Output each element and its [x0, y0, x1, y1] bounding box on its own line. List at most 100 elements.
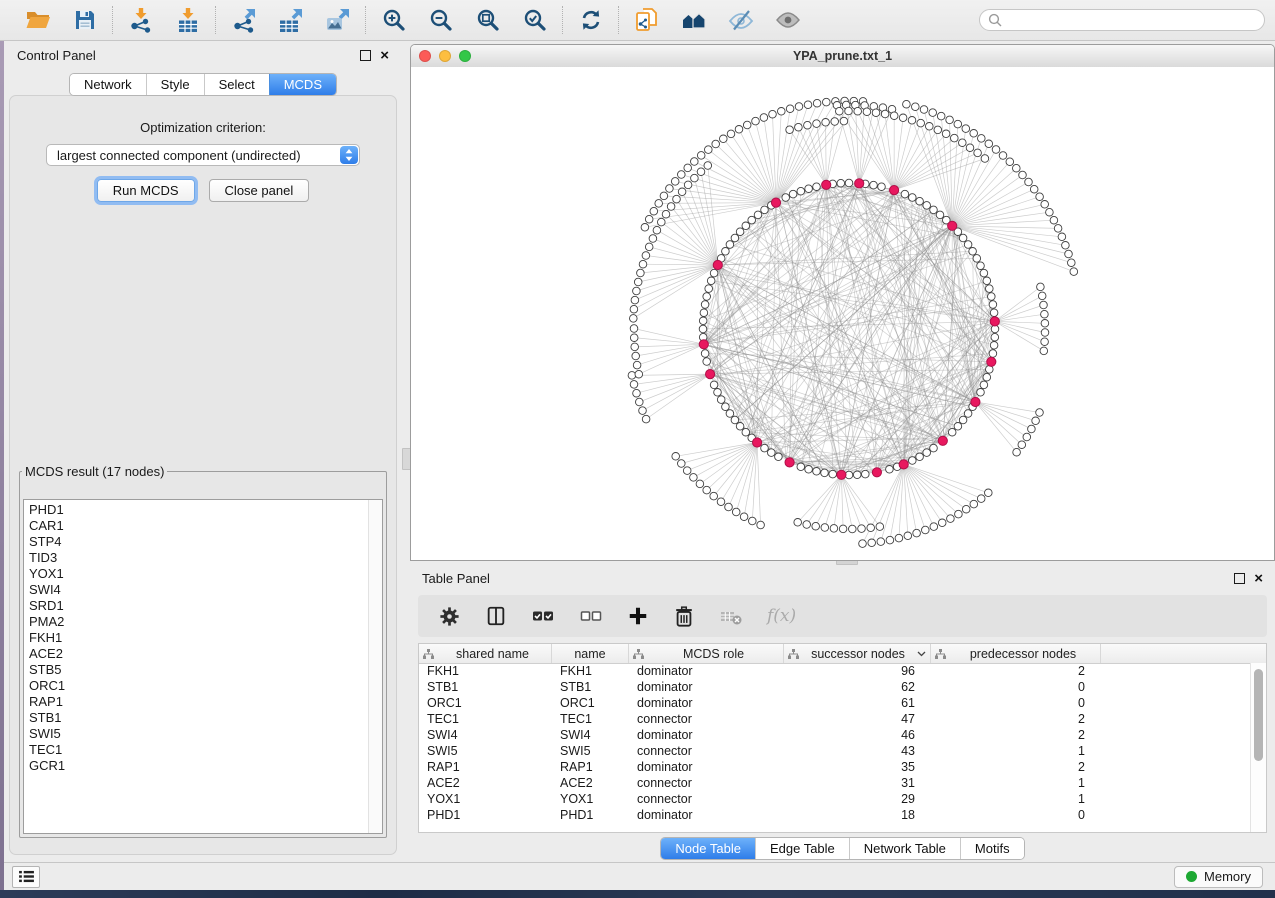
mcds-result-item[interactable]: ACE2 [29, 646, 368, 662]
tab-motifs[interactable]: Motifs [960, 838, 1024, 859]
maximize-window-button[interactable] [459, 50, 471, 62]
first-neighbors-button[interactable] [680, 7, 707, 34]
mcds-result-item[interactable]: SWI4 [29, 582, 368, 598]
show-all-button[interactable] [774, 7, 801, 34]
refresh-layout-button[interactable] [577, 7, 604, 34]
mcds-list-scrollbar[interactable] [368, 500, 382, 833]
table-cell-shared-name: RAP1 [419, 760, 552, 774]
import-network-button[interactable] [127, 7, 154, 34]
delete-table-button[interactable] [719, 605, 743, 627]
network-graph[interactable] [411, 67, 1274, 560]
tab-network-table[interactable]: Network Table [849, 838, 960, 859]
table-cell-predecessor-nodes: 1 [931, 792, 1101, 806]
select-all-button[interactable] [531, 605, 555, 627]
deselect-all-button[interactable] [579, 605, 603, 627]
export-table-button[interactable] [277, 7, 304, 34]
delete-column-button[interactable] [673, 605, 695, 628]
table-scrollbar[interactable] [1250, 663, 1266, 832]
status-bar: Memory [0, 862, 1275, 890]
table-cell-successor-nodes: 43 [784, 744, 931, 758]
table-row[interactable]: PHD1PHD1dominator180 [419, 807, 1251, 823]
column-header-successor-nodes[interactable]: successor nodes [784, 644, 931, 663]
network-edges [632, 101, 1074, 544]
mcds-result-item[interactable]: PMA2 [29, 614, 368, 630]
mcds-result-item[interactable]: GCR1 [29, 758, 368, 774]
mcds-result-item[interactable]: SWI5 [29, 726, 368, 742]
table-cell-mcds-role: connector [629, 744, 784, 758]
tab-mcds[interactable]: MCDS [269, 74, 336, 95]
zoom-out-button[interactable] [427, 7, 454, 34]
tab-node-table[interactable]: Node Table [661, 838, 755, 859]
memory-button[interactable]: Memory [1174, 866, 1263, 888]
clone-network-button[interactable] [633, 7, 660, 34]
minimize-window-button[interactable] [439, 50, 451, 62]
table-row[interactable]: ORC1ORC1dominator610 [419, 695, 1251, 711]
mcds-result-item[interactable]: STB1 [29, 710, 368, 726]
mcds-result-list[interactable]: PHD1CAR1STP4TID3YOX1SWI4SRD1PMA2FKH1ACE2… [24, 500, 368, 833]
table-scrollbar-thumb[interactable] [1254, 669, 1263, 761]
mcds-result-group: MCDS result (17 nodes) PHD1CAR1STP4TID3Y… [19, 464, 387, 838]
mcds-result-item[interactable]: SRD1 [29, 598, 368, 614]
search-input[interactable] [1008, 12, 1256, 29]
table-row[interactable]: FKH1FKH1dominator962 [419, 663, 1251, 679]
mcds-result-item[interactable]: ORC1 [29, 678, 368, 694]
table-cell-mcds-role: connector [629, 712, 784, 726]
table-row[interactable]: SWI4SWI4dominator462 [419, 727, 1251, 743]
optimization-criterion-select[interactable]: largest connected component (undirected) [46, 144, 360, 166]
mcds-result-item[interactable]: STP4 [29, 534, 368, 550]
add-column-button[interactable] [627, 605, 649, 627]
close-panel-button[interactable]: Close panel [209, 179, 310, 202]
close-window-button[interactable] [419, 50, 431, 62]
show-columns-button[interactable] [485, 605, 507, 627]
task-history-button[interactable] [12, 866, 40, 888]
tab-select[interactable]: Select [204, 74, 269, 95]
mcds-result-item[interactable]: TEC1 [29, 742, 368, 758]
column-header-mcds-role[interactable]: MCDS role [629, 644, 784, 663]
network-window-titlebar[interactable]: YPA_prune.txt_1 [411, 45, 1274, 68]
float-panel-icon[interactable] [360, 50, 371, 61]
float-table-panel-icon[interactable] [1234, 573, 1245, 584]
table-row[interactable]: ACE2ACE2connector311 [419, 775, 1251, 791]
zoom-fit-button[interactable] [474, 7, 501, 34]
network-canvas[interactable] [411, 67, 1274, 560]
export-image-icon [325, 7, 351, 33]
table-row[interactable]: STB1STB1dominator620 [419, 679, 1251, 695]
mcds-result-item[interactable]: YOX1 [29, 566, 368, 582]
table-cell-name: FKH1 [552, 664, 629, 678]
tab-edge-table[interactable]: Edge Table [755, 838, 849, 859]
trash-icon [673, 605, 695, 628]
search-field[interactable] [979, 9, 1265, 31]
mcds-result-item[interactable]: TID3 [29, 550, 368, 566]
run-mcds-button[interactable]: Run MCDS [97, 179, 195, 202]
table-row[interactable]: RAP1RAP1dominator352 [419, 759, 1251, 775]
open-session-button[interactable] [24, 7, 51, 34]
close-panel-icon[interactable]: × [380, 48, 389, 63]
mcds-result-item[interactable]: STB5 [29, 662, 368, 678]
zoom-in-button[interactable] [380, 7, 407, 34]
column-header-predecessor-nodes[interactable]: predecessor nodes [931, 644, 1101, 663]
zoom-fit-icon [476, 8, 500, 32]
table-settings-button[interactable] [438, 605, 461, 628]
table-cell-mcds-role: connector [629, 776, 784, 790]
mcds-result-item[interactable]: PHD1 [29, 502, 368, 518]
zoom-selected-button[interactable] [521, 7, 548, 34]
table-row[interactable]: TEC1TEC1connector472 [419, 711, 1251, 727]
hide-selected-button[interactable] [727, 7, 754, 34]
tab-network[interactable]: Network [70, 74, 146, 95]
table-cell-predecessor-nodes: 2 [931, 712, 1101, 726]
column-header-name[interactable]: name [552, 644, 629, 663]
table-row[interactable]: YOX1YOX1connector291 [419, 791, 1251, 807]
table-row[interactable]: SWI5SWI5connector431 [419, 743, 1251, 759]
tab-style[interactable]: Style [146, 74, 204, 95]
save-session-button[interactable] [71, 7, 98, 34]
mcds-result-item[interactable]: RAP1 [29, 694, 368, 710]
function-builder-button[interactable]: f(x) [767, 606, 796, 626]
mcds-result-item[interactable]: CAR1 [29, 518, 368, 534]
close-table-panel-icon[interactable]: × [1254, 571, 1263, 586]
export-image-button[interactable] [324, 7, 351, 34]
import-table-button[interactable] [174, 7, 201, 34]
mcds-result-item[interactable]: FKH1 [29, 630, 368, 646]
column-header-shared-name[interactable]: shared name [419, 644, 552, 663]
export-network-button[interactable] [230, 7, 257, 34]
control-panel-title: Control Panel [17, 48, 96, 63]
